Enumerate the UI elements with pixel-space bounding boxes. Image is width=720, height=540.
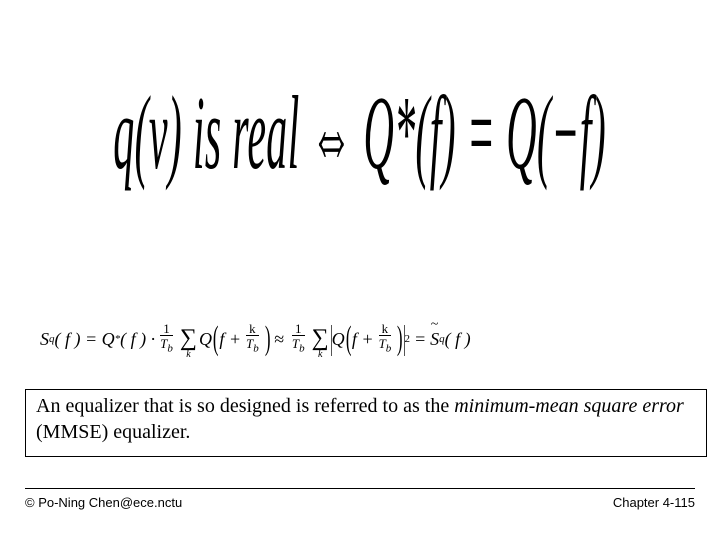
frac-1-over-Tb-1: 1 Tb bbox=[157, 322, 176, 356]
frac-1-over-Tb-2: 1 Tb bbox=[289, 322, 308, 356]
abs-left: | bbox=[330, 320, 333, 358]
footer-page: Chapter 4-115 bbox=[613, 495, 695, 510]
lparen-2: ( bbox=[345, 320, 351, 358]
box-text-post: (MMSE) equalizer. bbox=[36, 421, 190, 443]
rparen-1: ) bbox=[265, 320, 271, 358]
headline-equation-text: q(v) is real ⇔ Q*(f) = Q(−f) bbox=[114, 75, 607, 195]
slide-page: q(v) is real ⇔ Q*(f) = Q(−f) Sq ( f ) = … bbox=[0, 0, 720, 540]
box-text-pre: An equalizer that is so designed is refe… bbox=[36, 395, 454, 417]
footer-author: © Po-Ning Chen@ece.nctu bbox=[25, 495, 182, 510]
footer-divider bbox=[25, 488, 695, 489]
definition-box: An equalizer that is so designed is refe… bbox=[25, 389, 707, 457]
detail-equation: Sq ( f ) = Q* ( f ) · 1 Tb ∑ k Q ( f + k… bbox=[40, 320, 680, 358]
abs-right: | bbox=[403, 320, 406, 358]
sum-k-1: ∑ k bbox=[180, 329, 197, 348]
eq-lhs: Sq ( f ) = Q* ( f ) · bbox=[40, 329, 155, 350]
lparen-1: ( bbox=[213, 320, 219, 358]
frac-k-over-Tb-1: k Tb bbox=[243, 322, 262, 356]
S-tilde: S bbox=[430, 329, 439, 350]
rparen-2: ) bbox=[397, 320, 403, 358]
sum-k-2: ∑ k bbox=[312, 329, 329, 348]
frac-k-over-Tb-2: k Tb bbox=[376, 322, 395, 356]
headline-equation: q(v) is real ⇔ Q*(f) = Q(−f) bbox=[5, 20, 715, 250]
box-text-italic: minimum-mean square error bbox=[454, 395, 684, 417]
